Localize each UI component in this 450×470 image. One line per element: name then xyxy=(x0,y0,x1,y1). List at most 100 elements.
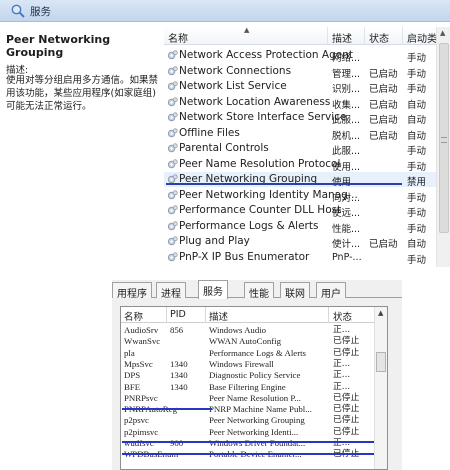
grid-scrollbar[interactable]: ▲ xyxy=(374,307,387,469)
grid-header-name[interactable]: 名称 xyxy=(124,309,143,323)
scroll-up-icon[interactable]: ▲ xyxy=(440,29,445,37)
service-row[interactable]: Peer Networking Identity Manag... 向对... 手动 xyxy=(164,188,436,204)
service-name: Plug and Play xyxy=(179,235,250,247)
service-name: Network Access Protection Agent xyxy=(179,49,353,61)
column-header-name[interactable]: 名称 xyxy=(168,30,188,45)
service-row[interactable]: Network Location Awareness 收集... 已启动 自动 xyxy=(164,95,436,111)
service-name: wudfsvc xyxy=(124,438,154,448)
service-status: 已停止 xyxy=(333,404,360,415)
table-row[interactable]: pla Performance Logs & Alerts 已停止 xyxy=(121,348,373,359)
service-startup-type: 手动 xyxy=(407,161,427,173)
service-name: Performance Counter DLL Host xyxy=(179,204,342,216)
service-row[interactable]: Network List Service 识别... 已启动 手动 xyxy=(164,79,436,95)
service-gear-icon xyxy=(167,112,178,122)
service-name: Peer Name Resolution Protocol xyxy=(179,157,341,170)
services-list[interactable]: 名称 ▲ 描述 状态 启动类 Network Access Protection… xyxy=(164,23,450,267)
column-divider[interactable] xyxy=(205,307,206,323)
service-row[interactable]: Plug and Play 使计... 已启动 自动 xyxy=(164,234,436,250)
service-description: Peer Networking Identi... xyxy=(209,426,299,437)
service-description: PNRP Machine Name Publ... xyxy=(209,404,312,415)
service-startup-type: 自动 xyxy=(407,115,427,126)
service-row[interactable]: Peer Name Resolution Protocol 使用... 手动 xyxy=(164,157,436,173)
service-name: Network Store Interface Service xyxy=(179,111,347,123)
service-status: 已启动 xyxy=(369,84,398,95)
service-gear-icon xyxy=(167,127,178,137)
service-description: Performance Logs & Alerts xyxy=(209,347,306,358)
grid-header-pid[interactable]: PID xyxy=(170,309,186,320)
column-header-startup[interactable]: 启动类 xyxy=(407,30,437,45)
sort-up-icon: ▲ xyxy=(244,26,250,34)
service-name: Peer Networking Identity Manag... xyxy=(179,188,358,201)
task-manager-tabs: 用程序 进程 服务 性能 联网 用户 xyxy=(112,280,402,300)
service-gear-icon xyxy=(167,81,178,91)
service-description: 使远... xyxy=(332,208,361,219)
column-header-description[interactable]: 描述 xyxy=(332,30,352,45)
service-description: 使用... xyxy=(332,161,361,173)
tab-processes[interactable]: 进程 xyxy=(156,282,186,300)
highlight-underline xyxy=(122,408,212,410)
tab-users[interactable]: 用户 xyxy=(316,282,346,300)
service-row[interactable]: PnP-X IP Bus Enumerator PnP-... 手动 xyxy=(164,250,436,266)
service-description: 网络... xyxy=(332,53,361,64)
tab-performance[interactable]: 性能 xyxy=(244,282,274,300)
service-pid: 1340 xyxy=(170,358,188,369)
service-description: Base Filtering Engine xyxy=(209,381,286,392)
column-divider[interactable] xyxy=(166,307,167,323)
service-pid: 1340 xyxy=(170,381,188,392)
service-row[interactable]: Performance Logs & Alerts 性能... 手动 xyxy=(164,219,436,235)
services-titlebar: 服务 xyxy=(0,0,450,22)
services-scrollbar[interactable]: ▲ xyxy=(436,27,450,267)
service-row[interactable]: Parental Controls 此服... 手动 xyxy=(164,141,436,157)
column-header-status[interactable]: 状态 xyxy=(369,30,389,45)
scrollbar-thumb[interactable] xyxy=(376,352,386,372)
services-list-header: 名称 ▲ 描述 状态 启动类 xyxy=(164,26,450,45)
table-row[interactable]: WwanSvc WWAN AutoConfig 已停止 xyxy=(121,336,373,347)
table-row[interactable]: DPS 1340 Diagnostic Policy Service 正... xyxy=(121,370,373,381)
tab-applications[interactable]: 用程序 xyxy=(112,282,152,300)
service-startup-type: 手动 xyxy=(407,53,427,64)
grid-header-status[interactable]: 状态 xyxy=(333,309,352,323)
service-description: Diagnostic Policy Service xyxy=(209,370,301,381)
service-row[interactable]: Performance Counter DLL Host 使远... 手动 xyxy=(164,203,436,219)
table-row[interactable]: PNRPsvc Peer Name Resolution P... 已停止 xyxy=(121,393,373,404)
services-title: 服务 xyxy=(30,6,51,18)
service-row[interactable]: Offline Files 脱机... 已启动 自动 xyxy=(164,126,436,142)
process-services-grid[interactable]: 名称 PID 描述 状态 AudioSrv 856 Windows Audio 正..… xyxy=(120,306,388,470)
column-divider[interactable] xyxy=(364,27,365,45)
service-status: 正... xyxy=(333,381,351,392)
service-status: 已停止 xyxy=(333,392,360,403)
table-row[interactable]: BFE 1340 Base Filtering Engine 正... xyxy=(121,382,373,393)
service-status: 已停止 xyxy=(333,347,360,358)
service-gear-icon xyxy=(167,220,178,230)
service-startup-type: 手动 xyxy=(407,192,427,204)
service-description: WWAN AutoConfig xyxy=(209,336,282,347)
service-row[interactable]: Network Store Interface Service 此服... 已启动自… xyxy=(164,110,436,126)
service-row[interactable]: Network Connections 管理... 已启动 手动 xyxy=(164,64,436,80)
table-row[interactable]: AudioSrv 856 Windows Audio 正... xyxy=(121,325,373,336)
tab-networking[interactable]: 联网 xyxy=(280,282,310,300)
column-divider[interactable] xyxy=(402,27,403,45)
service-name: Offline Files xyxy=(179,126,240,139)
table-row[interactable]: wudfsvc 900 Windows Driver Foundat... 正... xyxy=(121,438,373,449)
table-row[interactable]: p2psvc Peer Networking Grouping 已停止 xyxy=(121,415,373,426)
column-divider[interactable] xyxy=(328,307,329,323)
highlight-underline xyxy=(166,183,402,185)
service-description: Peer Networking Grouping xyxy=(209,415,305,426)
service-status: 已启动 xyxy=(369,115,398,126)
column-divider[interactable] xyxy=(327,27,328,45)
tab-services[interactable]: 服务 xyxy=(198,280,228,299)
service-status: 正... xyxy=(333,358,351,369)
highlight-underline xyxy=(122,441,374,443)
service-pid: 856 xyxy=(170,325,184,335)
service-gear-icon xyxy=(167,96,178,106)
table-row[interactable]: p2pimsvc Peer Networking Identi... 已停止 xyxy=(121,427,373,438)
service-row[interactable]: Network Access Protection Agent 网络... 手动 xyxy=(164,48,436,64)
grid-header-description[interactable]: 描述 xyxy=(209,309,228,323)
service-detail-pane: Peer Networking Grouping 描述: 使用对等分组启用多方通… xyxy=(0,23,164,267)
service-name: Performance Logs & Alerts xyxy=(179,219,319,232)
service-description: 性能... xyxy=(332,223,361,235)
service-description: Peer Name Resolution P... xyxy=(209,392,301,403)
table-row[interactable]: MpsSvc 1340 Windows Firewall 正... xyxy=(121,359,373,370)
scroll-up-icon[interactable]: ▲ xyxy=(378,309,383,317)
service-gear-icon xyxy=(167,158,178,168)
